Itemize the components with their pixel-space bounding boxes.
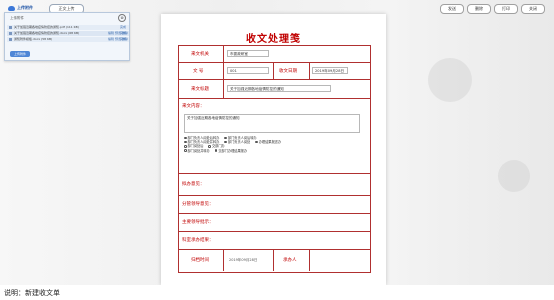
close-icon[interactable]: ⊗ bbox=[118, 14, 126, 22]
attachment-name: 关于加强近期各地疫情防控的通知.pdf (111 KB) bbox=[14, 25, 79, 29]
close-button[interactable]: 关闭 bbox=[521, 4, 545, 14]
upload-attachment-link[interactable]: 上传附件 bbox=[8, 5, 33, 11]
label-leader-opinion: 分管领导意见： bbox=[182, 202, 214, 207]
label-result: 科室承办结果： bbox=[182, 238, 214, 243]
decor-cup bbox=[428, 58, 472, 102]
option-item[interactable]: 部门阅处并转办 bbox=[184, 149, 210, 153]
source-org-input[interactable]: 市委政研室 bbox=[227, 50, 269, 57]
content-textarea[interactable]: 关于加强近期各地疫情防控的通知 bbox=[184, 114, 360, 133]
upload-panel-title: 上传附件 bbox=[10, 16, 24, 20]
divider bbox=[223, 46, 224, 62]
label-archive-date: 归档时间 bbox=[191, 258, 209, 263]
divider bbox=[223, 250, 224, 271]
radio-icon bbox=[184, 145, 187, 148]
routing-options: 部门负责人阅处后转办 部门负责人阅后转办 部门负责人阅处并转办 部门负责人阅处 … bbox=[184, 136, 285, 153]
label-subject: 来文标题 bbox=[191, 87, 209, 92]
divider bbox=[309, 63, 310, 79]
file-icon bbox=[9, 38, 12, 41]
upload-button[interactable]: 上传附件 bbox=[10, 51, 30, 57]
subject-input[interactable]: 关于加强近期各地疫情防控的通知 bbox=[227, 85, 331, 92]
radio-icon bbox=[214, 149, 218, 152]
row-result: 科室承办结果： bbox=[179, 232, 370, 250]
label-main-leader-opinion: 主要领导批示： bbox=[182, 220, 214, 225]
figure-caption: 说明：新建收文单 bbox=[4, 289, 60, 297]
receive-date-value: 2019年09月28日 bbox=[315, 69, 345, 73]
row-subject: 来文标题 关于加强近期各地疫情防控的通知 bbox=[179, 80, 370, 99]
attachment-name: 关于加强近期各地疫情防控的通知.docx (68 KB) bbox=[14, 31, 80, 35]
file-icon bbox=[9, 32, 12, 35]
radio-icon bbox=[184, 140, 187, 144]
attachment-status: 完成 bbox=[119, 31, 126, 35]
row-main-leader-opinion: 主要领导批示： bbox=[179, 214, 370, 232]
doc-number-input[interactable]: 001 bbox=[227, 67, 269, 74]
attachment-row[interactable]: 关于加强近期各地疫情防控的通知.pdf (111 KB) 完成 bbox=[7, 25, 129, 30]
radio-icon bbox=[184, 149, 187, 152]
radio-icon bbox=[184, 136, 187, 140]
divider bbox=[273, 250, 274, 271]
send-button[interactable]: 发送 bbox=[440, 4, 464, 14]
receive-date-input[interactable]: 2019年09月28日 bbox=[312, 67, 348, 74]
divider bbox=[273, 63, 274, 79]
label-doc-number: 文 号 bbox=[193, 69, 204, 74]
label-content: 来文内容： bbox=[182, 104, 205, 109]
option-label: 交部门办理结果报办 bbox=[218, 148, 248, 153]
radio-icon bbox=[255, 140, 258, 144]
divider bbox=[309, 250, 310, 271]
decor-circle bbox=[498, 160, 530, 192]
divider bbox=[223, 63, 224, 79]
option-label: 部门负责人阅处 bbox=[227, 140, 251, 145]
row-number-date: 文 号 001 收文日期 2019年09月28日 bbox=[179, 63, 370, 80]
document-sheet: 收文处理笺 来文机关 市委政研室 文 号 001 收文日期 2019年09月28… bbox=[161, 14, 386, 285]
label-receive-date: 收文日期 bbox=[279, 69, 297, 74]
divider bbox=[223, 80, 224, 98]
option-label: 办理结果报送办 bbox=[258, 140, 282, 145]
cloud-upload-icon bbox=[8, 5, 15, 11]
attachment-row[interactable]: 关于加强近期各地疫情防控的通知.docx (68 KB) 编辑 预览 删除 完成 bbox=[7, 31, 129, 36]
document-title: 收文处理笺 bbox=[246, 34, 301, 45]
radio-icon bbox=[208, 145, 211, 148]
row-leader-opinion: 分管领导意见： bbox=[179, 196, 370, 214]
attachment-row[interactable]: 通知附件模板.docx (58 KB) 编辑 预览 删除 完成 bbox=[7, 37, 129, 42]
row-source-org: 来文机关 市委政研室 bbox=[179, 46, 370, 63]
option-label: 部门阅处并转办 bbox=[187, 148, 210, 153]
attachment-status: 完成 bbox=[119, 37, 126, 41]
upload-panel: 上传附件 ⊗ 关于加强近期各地疫情防控的通知.pdf (111 KB) 完成 关… bbox=[4, 12, 130, 61]
label-handler: 承办人 bbox=[283, 258, 297, 263]
print-button[interactable]: 打印 bbox=[494, 4, 518, 14]
row-handling-opinion: 拟办意见： bbox=[179, 174, 370, 196]
label-handling-opinion: 拟办意见： bbox=[182, 182, 205, 187]
label-source-org: 来文机关 bbox=[191, 52, 209, 57]
row-archive: 归档时间 2019年09月28日 承办人 bbox=[179, 250, 370, 271]
radio-icon bbox=[224, 136, 227, 140]
file-icon bbox=[9, 26, 12, 29]
option-item[interactable]: 交部门办理结果报办 bbox=[214, 148, 248, 153]
row-content: 来文内容： 关于加强近期各地疫情防控的通知 部门负责人阅处后转办 部门负责人阅后… bbox=[179, 99, 370, 174]
attachment-name: 通知附件模板.docx (58 KB) bbox=[14, 37, 53, 41]
application-window: 上传附件 正文上传 发送 删除 打印 关闭 上传附件 ⊗ 关于加强近期各地疫情防… bbox=[0, 0, 554, 285]
receipt-form: 来文机关 市委政研室 文 号 001 收文日期 2019年09月28日 来文标题 bbox=[178, 45, 371, 273]
calendar-icon[interactable] bbox=[347, 69, 348, 73]
upload-link-label: 上传附件 bbox=[17, 5, 33, 10]
attachment-status: 完成 bbox=[119, 25, 126, 29]
option-item[interactable]: 办理结果报送办 bbox=[255, 140, 281, 144]
delete-button[interactable]: 删除 bbox=[467, 4, 491, 14]
archive-date-value: 2019年09月28日 bbox=[229, 258, 258, 262]
